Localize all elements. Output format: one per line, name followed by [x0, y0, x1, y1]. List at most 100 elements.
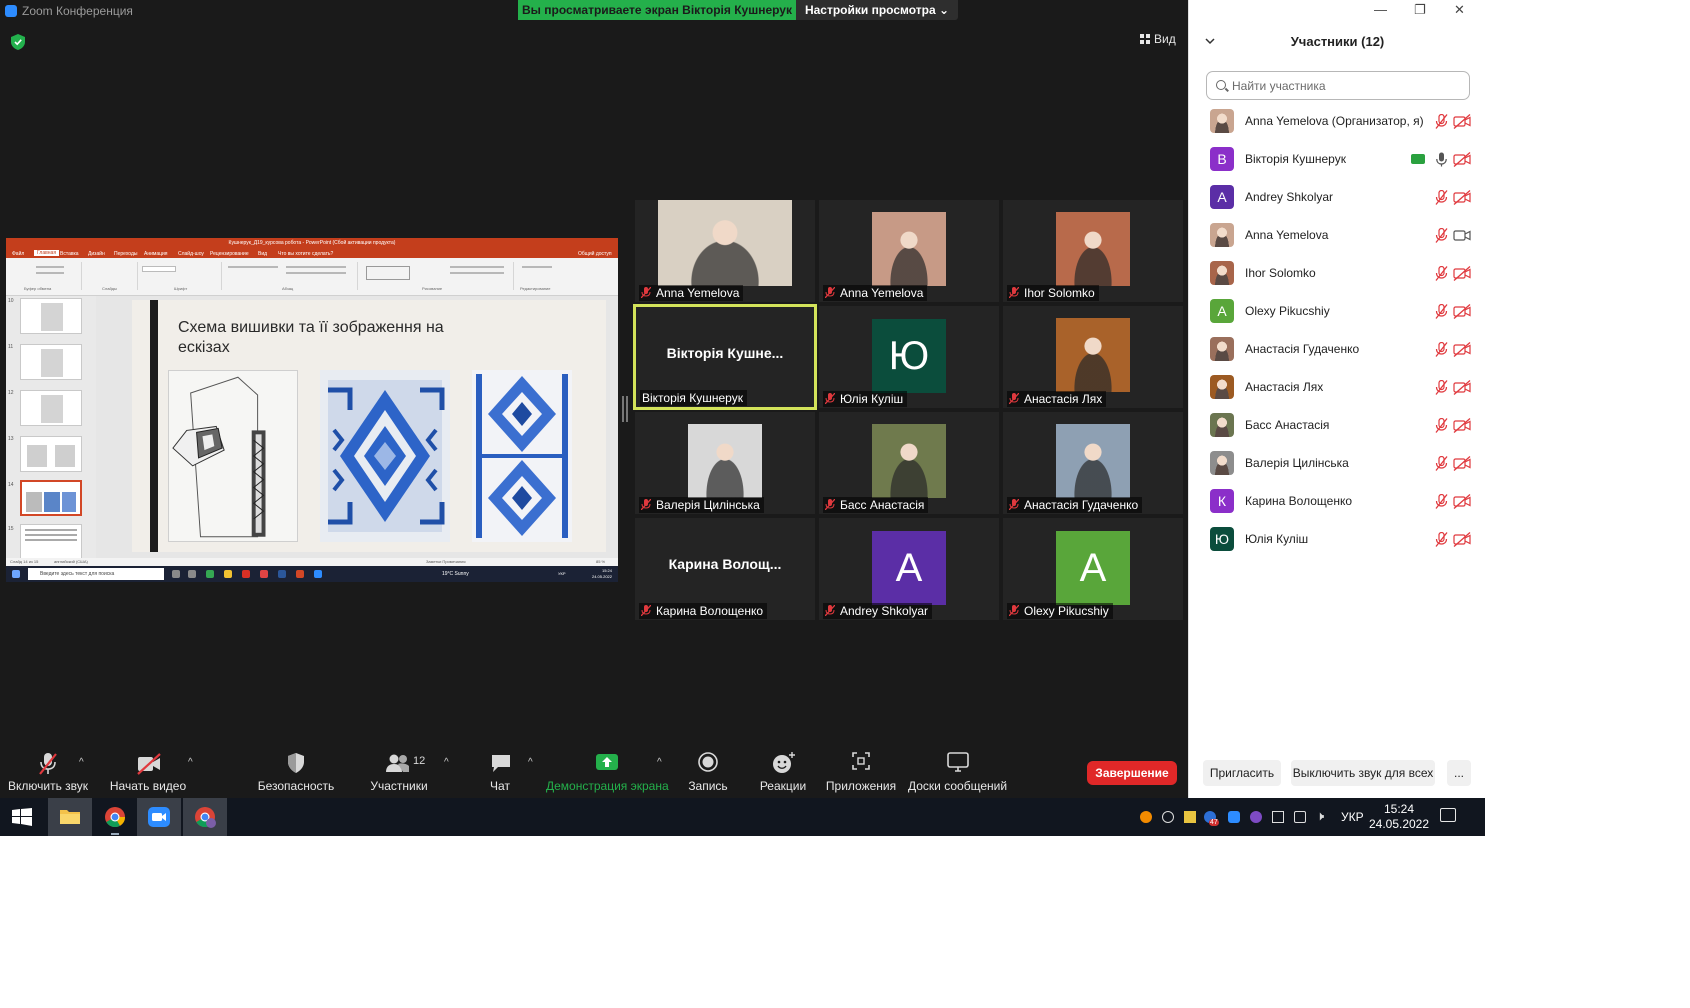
whiteboards-button[interactable]: Доски сообщений	[908, 752, 1007, 796]
folder-icon	[60, 810, 80, 824]
record-button[interactable]: Запись	[684, 752, 732, 796]
participant-row[interactable]: A Olexy Pikucshiy	[1189, 292, 1486, 330]
file-explorer-taskbar-button[interactable]	[48, 798, 92, 836]
microphone-muted-icon[interactable]	[1435, 493, 1448, 514]
audio-options-caret-icon[interactable]: ^	[79, 757, 84, 768]
video-tile[interactable]: Ю Юлія Куліш	[819, 306, 999, 408]
invite-button[interactable]: Пригласить	[1203, 760, 1281, 786]
microphone-muted-icon	[1008, 392, 1020, 405]
restore-icon[interactable]: ❐	[1414, 2, 1426, 18]
microphone-muted-icon[interactable]	[1435, 189, 1448, 210]
microphone-muted-icon[interactable]	[1435, 265, 1448, 286]
video-off-icon[interactable]	[1453, 190, 1471, 210]
microphone-muted-icon	[824, 286, 836, 299]
participants-button[interactable]: 12 Участники	[360, 752, 438, 796]
video-tile[interactable]: Басс Анастасія	[819, 412, 999, 514]
network-icon[interactable]	[1294, 811, 1306, 823]
video-tile[interactable]: Anna Yemelova	[635, 200, 815, 302]
input-language[interactable]: УКР	[1341, 810, 1364, 824]
notifications-icon[interactable]	[1440, 808, 1456, 822]
video-off-icon[interactable]	[1453, 114, 1471, 134]
video-off-icon[interactable]	[1453, 418, 1471, 438]
microphone-muted-icon[interactable]	[1435, 455, 1448, 476]
view-options-button[interactable]: Настройки просмотра ⌄	[796, 0, 958, 20]
participant-row[interactable]: Валерія Цилінська	[1189, 444, 1486, 482]
video-off-icon[interactable]	[1453, 532, 1471, 552]
microphone-muted-icon[interactable]	[1435, 531, 1448, 552]
video-off-icon[interactable]	[1453, 152, 1471, 172]
viber-icon[interactable]	[1250, 811, 1262, 823]
more-options-button[interactable]: ...	[1447, 760, 1471, 786]
video-off-icon[interactable]	[1453, 380, 1471, 400]
microphone-muted-icon[interactable]	[1435, 227, 1448, 248]
security-button[interactable]: Безопасность	[256, 752, 336, 796]
zoom-taskbar-button[interactable]	[137, 798, 181, 836]
participant-row[interactable]: Ю Юлія Куліш	[1189, 520, 1486, 558]
video-tile[interactable]: A Olexy Pikucshiy	[1003, 518, 1183, 620]
microphone-muted-icon[interactable]	[1435, 303, 1448, 324]
video-off-icon[interactable]	[1453, 494, 1471, 514]
video-tile[interactable]: Анастасія Гудаченко	[1003, 412, 1183, 514]
video-off-icon[interactable]	[1453, 266, 1471, 286]
windows-start-icon[interactable]	[12, 808, 32, 826]
participant-row[interactable]: A Andrey Shkolyar	[1189, 178, 1486, 216]
video-tile[interactable]: Валерія Цилінська	[635, 412, 815, 514]
keyboard-icon[interactable]	[1272, 811, 1284, 823]
microphone-icon[interactable]	[1436, 152, 1447, 172]
participants-caret-icon[interactable]: ^	[444, 757, 449, 768]
participant-row[interactable]: В Вікторія Кушнерук	[1189, 140, 1486, 178]
chrome-taskbar-button[interactable]	[93, 798, 137, 836]
participant-row[interactable]: К Карина Волощенко	[1189, 482, 1486, 520]
rss-icon[interactable]	[1140, 811, 1152, 823]
video-off-icon[interactable]	[1453, 304, 1471, 324]
apps-button[interactable]: Приложения	[824, 752, 898, 796]
unmute-button[interactable]: Включить звук	[6, 752, 90, 796]
video-options-caret-icon[interactable]: ^	[188, 757, 193, 768]
security-tray-icon[interactable]	[1184, 811, 1196, 823]
video-tile[interactable]: Вікторія Кушне... Вікторія Кушнерук	[633, 304, 817, 410]
chat-button[interactable]: Чат	[480, 752, 520, 796]
encryption-shield-icon[interactable]	[11, 34, 25, 50]
video-icon[interactable]	[1453, 228, 1471, 248]
participant-row[interactable]: Anna Yemelova	[1189, 216, 1486, 254]
shared-screen[interactable]: Кушнерук_Д19_курсова робота - PowerPoint…	[6, 238, 618, 582]
view-layout-button[interactable]: Вид	[1140, 32, 1176, 46]
share-caret-icon[interactable]: ^	[657, 757, 662, 768]
video-tile[interactable]: Anna Yemelova	[819, 200, 999, 302]
participants-title: Участники (12)	[1290, 34, 1385, 49]
zoom-tray-icon[interactable]	[1228, 811, 1240, 823]
splitter-handle[interactable]	[626, 396, 628, 422]
close-icon[interactable]: ✕	[1454, 2, 1465, 18]
participant-row[interactable]: Басс Анастасія	[1189, 406, 1486, 444]
video-tile[interactable]: Ihor Solomko	[1003, 200, 1183, 302]
end-meeting-button[interactable]: Завершение	[1087, 761, 1177, 785]
participant-name: Andrey Shkolyar	[1245, 190, 1334, 204]
microphone-muted-icon[interactable]	[1435, 341, 1448, 362]
share-screen-button[interactable]: Демонстрация экрана	[546, 752, 669, 796]
start-video-button[interactable]: Начать видео	[108, 752, 188, 796]
video-tile[interactable]: A Andrey Shkolyar	[819, 518, 999, 620]
mute-all-button[interactable]: Выключить звук для всех	[1291, 760, 1435, 786]
taskbar-clock[interactable]: 15:24 24.05.2022	[1368, 802, 1430, 832]
chat-caret-icon[interactable]: ^	[528, 757, 533, 768]
link-icon[interactable]	[1162, 811, 1174, 823]
tile-name-text: Басс Анастасія	[840, 498, 925, 512]
reactions-button[interactable]: Реакции	[756, 752, 810, 796]
microphone-muted-icon[interactable]	[1435, 417, 1448, 438]
tile-name-text: Olexy Pikucshiy	[1024, 604, 1109, 618]
video-tile[interactable]: Карина Волощ... Карина Волощенко	[635, 518, 815, 620]
splitter-handle[interactable]	[622, 396, 624, 422]
chrome-profile-taskbar-button[interactable]	[183, 798, 227, 836]
participant-row[interactable]: Anna Yemelova (Организатор, я)	[1189, 102, 1486, 140]
participant-row[interactable]: Ihor Solomko	[1189, 254, 1486, 292]
video-off-icon[interactable]	[1453, 456, 1471, 476]
participant-search-input[interactable]: Найти участника	[1206, 71, 1470, 100]
speaker-muted-icon[interactable]: 🕨	[1316, 808, 1324, 824]
microphone-muted-icon[interactable]	[1435, 113, 1448, 134]
video-off-icon[interactable]	[1453, 342, 1471, 362]
video-tile[interactable]: Анастасія Лях	[1003, 306, 1183, 408]
participant-row[interactable]: Анастасія Гудаченко	[1189, 330, 1486, 368]
microphone-muted-icon[interactable]	[1435, 379, 1448, 400]
minimize-icon[interactable]: —	[1374, 2, 1387, 17]
participant-row[interactable]: Анастасія Лях	[1189, 368, 1486, 406]
